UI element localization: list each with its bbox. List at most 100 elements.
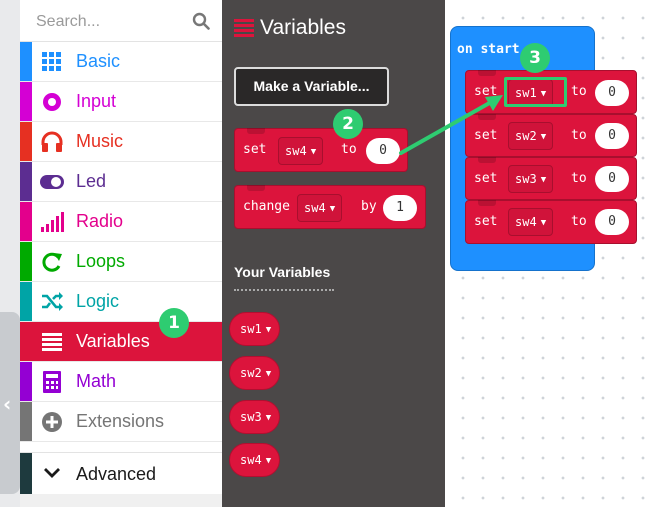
- caret-down-icon: ▼: [310, 147, 317, 157]
- block-keyword: change: [243, 199, 290, 214]
- category-color-bar: [20, 402, 32, 441]
- variable-dropdown[interactable]: sw4 ▼: [508, 208, 554, 236]
- caret-down-icon: ▼: [265, 369, 272, 379]
- variable-chip-sw3[interactable]: sw3 ▼: [229, 400, 281, 434]
- plus-circle-icon: [42, 412, 62, 432]
- block-keyword: to: [571, 214, 587, 229]
- variable-dropdown-label: sw3: [515, 172, 537, 186]
- chevron-down-icon: [44, 468, 60, 478]
- category-label: Advanced: [76, 464, 157, 484]
- category-label: Input: [76, 91, 117, 111]
- variable-chip-sw1[interactable]: sw1 ▼: [229, 312, 281, 346]
- toolbox-panel: ‹ Search... Basic Input Music Led Radio …: [0, 0, 222, 507]
- toolbox-search[interactable]: Search...: [20, 0, 222, 42]
- set-variable-block[interactable]: set sw4 ▼ to 0: [234, 128, 408, 172]
- variable-chip-label: sw4: [240, 453, 262, 467]
- category-logic[interactable]: Logic: [20, 282, 222, 322]
- category-color-bar: [20, 122, 32, 161]
- caret-down-icon: ▼: [265, 456, 272, 466]
- block-keyword: to: [571, 171, 587, 186]
- variable-chip-sw2[interactable]: sw2 ▼: [229, 356, 281, 390]
- category-color-bar: [20, 453, 32, 494]
- grid-icon: [42, 52, 61, 71]
- variable-dropdown-label: sw4: [285, 144, 307, 158]
- chevron-left-icon: ‹: [3, 392, 12, 416]
- category-label: Led: [76, 171, 107, 191]
- category-led[interactable]: Led: [20, 162, 222, 202]
- variables-flyout: Variables Make a Variable... set sw4 ▼ to…: [222, 0, 445, 507]
- number-input[interactable]: 0: [595, 209, 629, 235]
- number-input[interactable]: 0: [595, 123, 629, 149]
- category-math[interactable]: Math: [20, 362, 222, 402]
- caret-down-icon: ▼: [540, 218, 547, 228]
- variable-dropdown-label: sw4: [304, 201, 326, 215]
- loop-arrow-icon: [42, 252, 62, 272]
- caret-down-icon: ▼: [329, 204, 336, 214]
- category-radio[interactable]: Radio: [20, 202, 222, 242]
- search-icon[interactable]: [192, 12, 210, 30]
- number-input[interactable]: 1: [383, 195, 417, 221]
- make-variable-button[interactable]: Make a Variable...: [234, 67, 389, 106]
- variable-chip-label: sw1: [240, 322, 262, 336]
- category-label: Variables: [76, 331, 150, 351]
- category-label: Music: [76, 131, 124, 151]
- category-color-bar: [20, 242, 32, 281]
- category-color-bar: [20, 282, 32, 321]
- divider: [234, 289, 334, 291]
- variable-dropdown[interactable]: sw3 ▼: [508, 165, 554, 193]
- variable-dropdown[interactable]: sw4 ▼: [297, 194, 343, 222]
- your-variables-heading: Your Variables: [234, 264, 331, 280]
- block-keyword: by: [361, 199, 377, 214]
- block-keyword: to: [571, 128, 587, 143]
- variable-chip-label: sw3: [240, 410, 262, 424]
- category-basic[interactable]: Basic: [20, 42, 222, 82]
- block-keyword: to: [571, 84, 587, 99]
- drag-arrow-icon: [399, 95, 503, 155]
- category-label: Loops: [76, 251, 126, 271]
- variable-dropdown-label: sw2: [515, 129, 537, 143]
- block-keyword: set: [474, 214, 498, 229]
- category-color-bar: [20, 162, 32, 201]
- signal-bars-icon: [41, 212, 64, 232]
- category-color-bar: [20, 202, 32, 241]
- category-extensions[interactable]: Extensions: [20, 402, 222, 442]
- block-notch: [478, 70, 496, 76]
- number-input[interactable]: 0: [595, 80, 629, 106]
- caret-down-icon: ▼: [265, 413, 272, 423]
- variable-dropdown-label: sw4: [515, 215, 537, 229]
- shuffle-icon: [42, 292, 63, 311]
- category-label: Math: [76, 371, 117, 391]
- change-variable-block[interactable]: change sw4 ▼ by 1: [234, 185, 426, 229]
- category-input[interactable]: Input: [20, 82, 222, 122]
- block-notch: [478, 200, 496, 206]
- step-badge-2: 2: [333, 109, 363, 139]
- flyout-title: Variables: [260, 16, 346, 39]
- set-sw4-block[interactable]: set sw4 ▼ to 0: [465, 200, 637, 244]
- category-label: Basic: [76, 51, 121, 71]
- variable-dropdown[interactable]: sw4 ▼: [278, 137, 324, 165]
- calculator-icon: [43, 371, 61, 393]
- list-icon: [42, 333, 62, 351]
- step-badge-1: 1: [159, 308, 189, 338]
- number-input[interactable]: 0: [595, 166, 629, 192]
- category-music[interactable]: Music: [20, 122, 222, 162]
- toggle-icon: [40, 175, 64, 189]
- block-keyword: set: [243, 142, 267, 157]
- headphones-icon: [41, 131, 63, 152]
- caret-down-icon: ▼: [540, 175, 547, 185]
- category-advanced[interactable]: Advanced: [20, 452, 222, 494]
- category-loops[interactable]: Loops: [20, 242, 222, 282]
- category-variables[interactable]: Variables: [20, 322, 222, 362]
- category-label: Radio: [76, 211, 124, 231]
- collapse-toolbox-tab[interactable]: ‹: [0, 312, 20, 494]
- block-notch: [247, 128, 265, 134]
- search-input[interactable]: Search...: [36, 13, 100, 31]
- category-color-bar: [20, 82, 32, 121]
- variable-chip-label: sw2: [240, 366, 262, 380]
- variable-chip-sw4[interactable]: sw4 ▼: [229, 443, 281, 477]
- category-label: Logic: [76, 291, 120, 311]
- list-icon: [234, 19, 254, 37]
- category-color-bar: [20, 362, 32, 401]
- block-notch: [247, 185, 265, 191]
- step-badge-3: 3: [520, 43, 550, 73]
